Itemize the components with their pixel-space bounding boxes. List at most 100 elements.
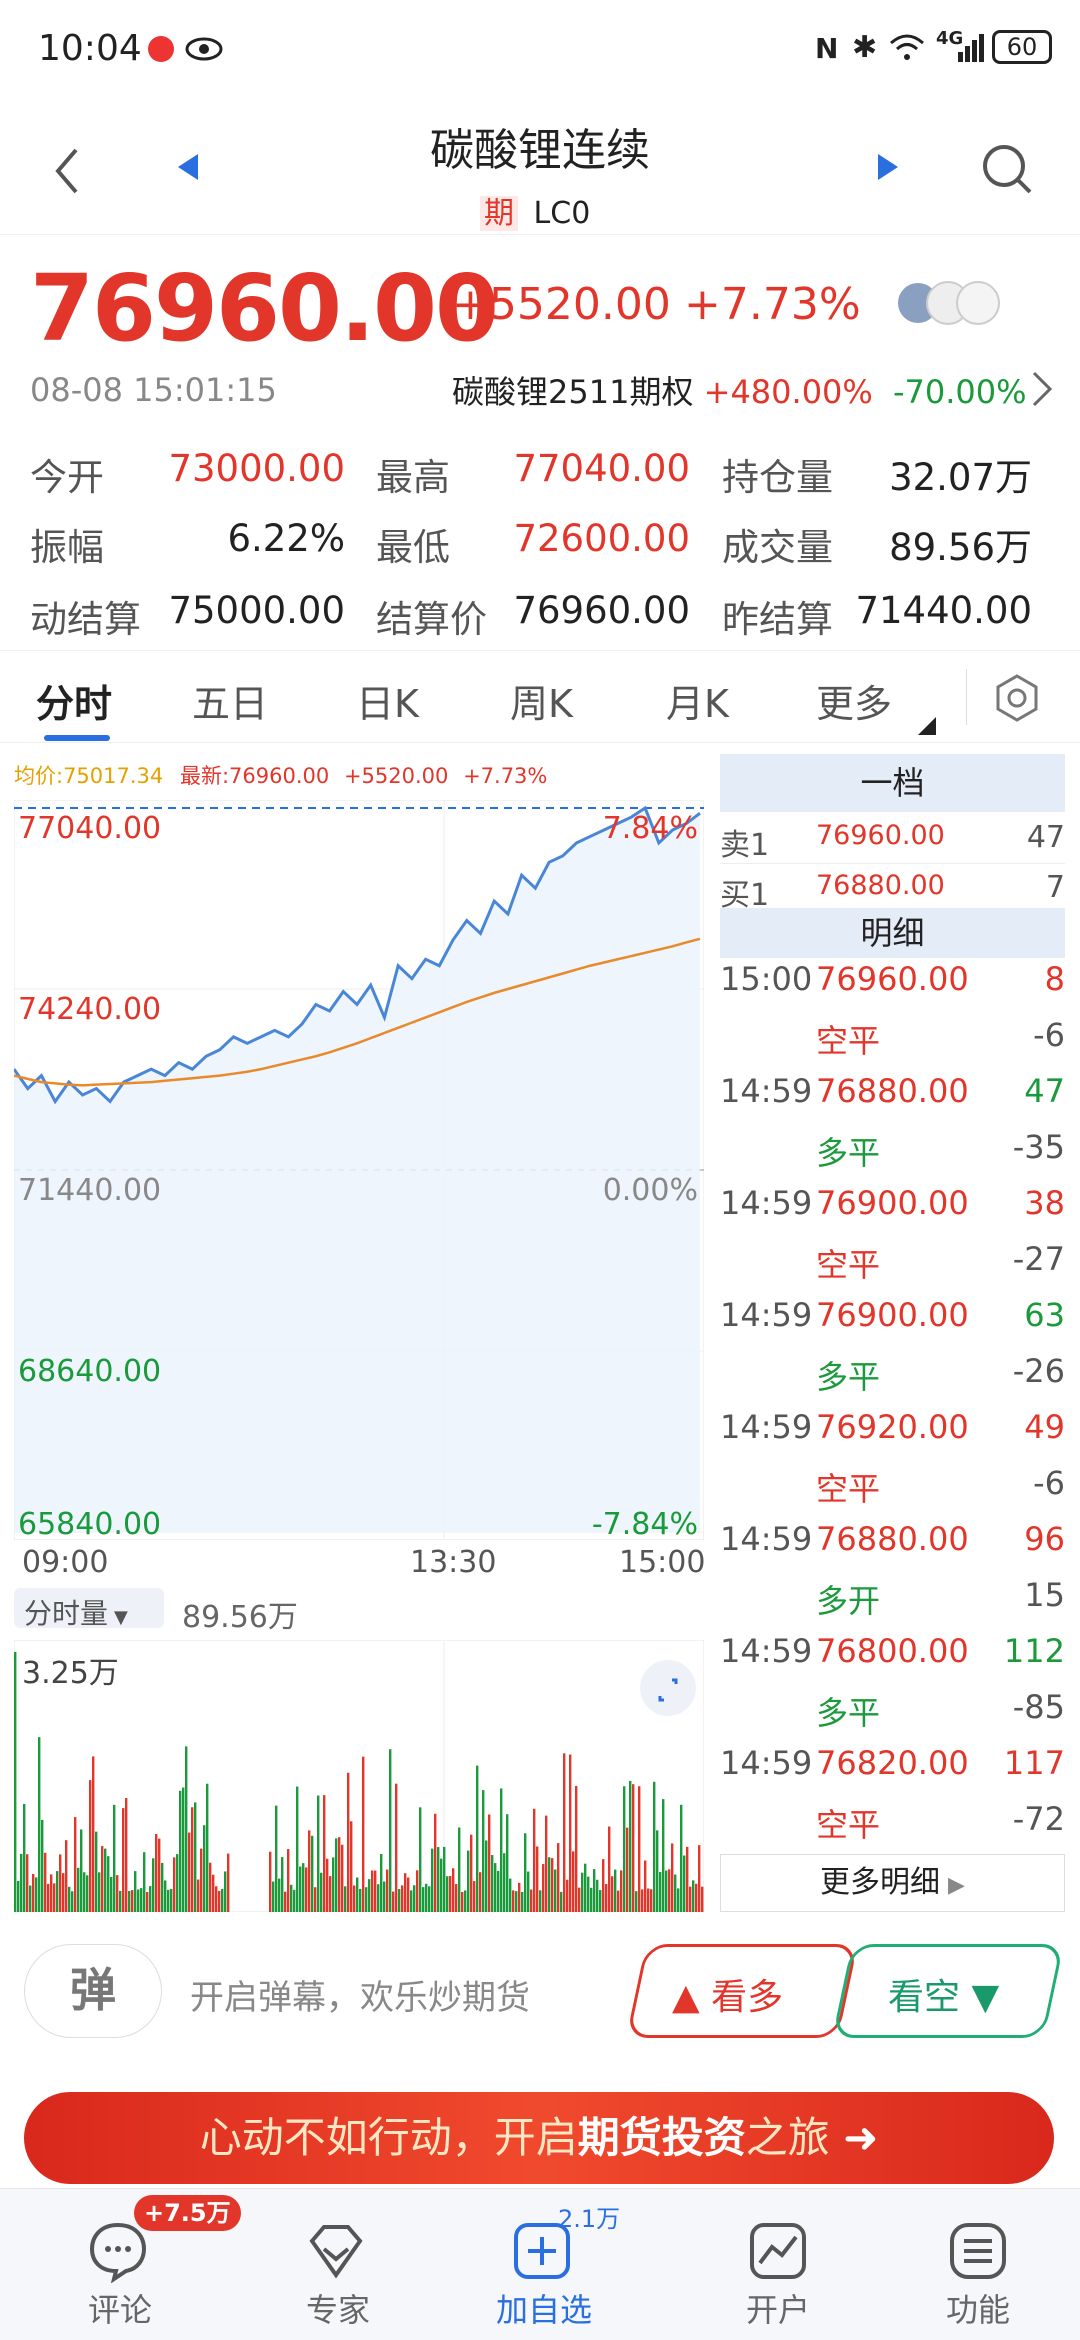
nav-label-watchlist[interactable]: 加自选	[496, 2285, 592, 2331]
volume-bar	[146, 1891, 149, 1912]
volume-bar	[443, 1846, 446, 1912]
expand-icon	[658, 1678, 678, 1702]
open-account-icon[interactable]	[746, 2219, 810, 2283]
volume-bar	[593, 1869, 596, 1912]
volume-bar	[698, 1845, 701, 1912]
settings-icon[interactable]	[993, 673, 1041, 723]
volume-bar	[89, 1780, 92, 1912]
tick-time: 14:59	[720, 1520, 813, 1558]
back-icon[interactable]	[52, 146, 82, 196]
pct-axis-label: 0.00%	[603, 1173, 698, 1208]
nav-label-account[interactable]: 开户	[746, 2285, 810, 2331]
tick-price: 76820.00	[816, 1744, 969, 1782]
expert-icon[interactable]	[304, 2219, 368, 2283]
tick-volume: 63	[1024, 1296, 1065, 1334]
volume-bar	[575, 1785, 578, 1912]
danmu-input[interactable]: 开启弹幕，欢乐炒期货	[190, 1970, 530, 2019]
volume-bar	[203, 1825, 206, 1912]
volume-bar	[86, 1875, 89, 1912]
search-icon[interactable]	[980, 142, 1036, 198]
volume-bar	[107, 1856, 110, 1912]
tick-oi-change: -26	[1012, 1352, 1065, 1390]
tick-time: 14:59	[720, 1632, 813, 1670]
volume-bar	[446, 1876, 449, 1912]
volume-type-dropdown[interactable]: 分时量 ▼	[14, 1588, 164, 1630]
volume-bar	[341, 1844, 344, 1912]
down-triangle-icon: ▼	[971, 1977, 1000, 2018]
page-title: 碳酸锂连续	[430, 125, 650, 176]
tab-4[interactable]: 月K	[666, 673, 729, 728]
volume-bar	[332, 1857, 335, 1912]
x-label: 09:00	[22, 1545, 109, 1580]
bid-price: 76880.00	[816, 870, 945, 901]
volume-bar	[209, 1862, 212, 1912]
volume-bar	[185, 1746, 188, 1912]
volume-bar	[161, 1862, 164, 1912]
volume-bar	[206, 1783, 209, 1912]
more-detail-button[interactable]: 更多明细 ▶	[720, 1854, 1065, 1912]
stat-label: 持仓量	[722, 456, 833, 499]
volume-max-label: 3.25万	[22, 1656, 119, 1691]
stat-label: 最低	[376, 526, 450, 569]
danmu-toggle[interactable]: 弹	[24, 1944, 162, 2038]
volume-bar	[662, 1799, 665, 1912]
stat-label: 动结算	[30, 598, 141, 641]
tick-subrow: 多开 15	[720, 1576, 1065, 1632]
ask-row: 卖1 76960.00 47	[720, 820, 1065, 864]
nav-label-expert[interactable]: 专家	[306, 2285, 370, 2331]
tab-1[interactable]: 五日	[192, 673, 268, 728]
volume-bar	[473, 1881, 476, 1912]
volume-bar	[32, 1873, 35, 1912]
chevron-right-icon[interactable]	[1030, 369, 1054, 409]
volume-bar	[554, 1869, 557, 1912]
volume-bar	[455, 1884, 458, 1912]
volume-bar	[545, 1815, 548, 1912]
volume-bar	[626, 1827, 629, 1912]
tab-2[interactable]: 日K	[356, 673, 419, 728]
bluetooth-icon: ✱	[852, 30, 878, 65]
volume-bar	[83, 1872, 86, 1912]
tick-volume: 112	[1003, 1632, 1065, 1670]
divider	[966, 669, 967, 725]
stat-label: 今开	[30, 456, 104, 499]
expand-button[interactable]	[640, 1660, 696, 1716]
x-label: 15:00	[619, 1545, 706, 1580]
menu-icon[interactable]	[946, 2219, 1010, 2283]
comment-icon[interactable]	[86, 2219, 150, 2283]
volume-type-label: 分时量	[24, 1597, 109, 1630]
nav-label-comment[interactable]: 评论	[88, 2285, 152, 2331]
volume-bar	[692, 1880, 695, 1912]
tab-3[interactable]: 周K	[510, 673, 573, 728]
volume-bar	[74, 1817, 77, 1912]
avatar	[956, 281, 1000, 325]
volume-bar	[299, 1866, 302, 1912]
option-link[interactable]: 碳酸锂2511期权 +480.00% -70.00%	[452, 367, 1027, 413]
tick-time: 14:59	[720, 1744, 813, 1782]
nav-label-more[interactable]: 功能	[946, 2285, 1010, 2331]
nfc-icon: N	[815, 32, 839, 65]
x-label: 13:30	[410, 1545, 497, 1580]
volume-bar	[686, 1846, 689, 1912]
stat-value: 73000.00	[168, 447, 345, 490]
volume-bar	[221, 1888, 224, 1912]
expert-avatars[interactable]	[896, 281, 1006, 325]
volume-bar	[398, 1889, 401, 1912]
intraday-chart[interactable]: 77040.00 74240.00 71440.00 68640.00 65840.00…	[14, 800, 704, 1540]
volume-bar	[173, 1857, 176, 1912]
volume-bar	[212, 1874, 215, 1912]
last-price: 76960.00	[30, 255, 499, 362]
tab-5[interactable]: 更多	[816, 673, 892, 728]
comment-badge: +7.5万	[134, 2195, 241, 2231]
volume-bar	[167, 1889, 170, 1912]
volume-bar	[293, 1889, 296, 1912]
promo-banner[interactable]: 心动不如行动，开启期货投资之旅 ➜	[24, 2092, 1054, 2184]
volume-bar	[614, 1869, 617, 1912]
bid-volume: 7	[1045, 870, 1065, 905]
quote-panel: 76960.00 +5520.00 +7.73% 08-08 15:01:15 …	[0, 235, 1080, 651]
next-contract-icon[interactable]	[876, 152, 900, 182]
prev-contract-icon[interactable]	[176, 152, 200, 182]
volume-bar	[59, 1854, 62, 1912]
contract-code: 期 LC0	[480, 188, 600, 232]
tick-type: 多平	[816, 1694, 881, 1732]
tab-0[interactable]: 分时	[36, 673, 112, 728]
